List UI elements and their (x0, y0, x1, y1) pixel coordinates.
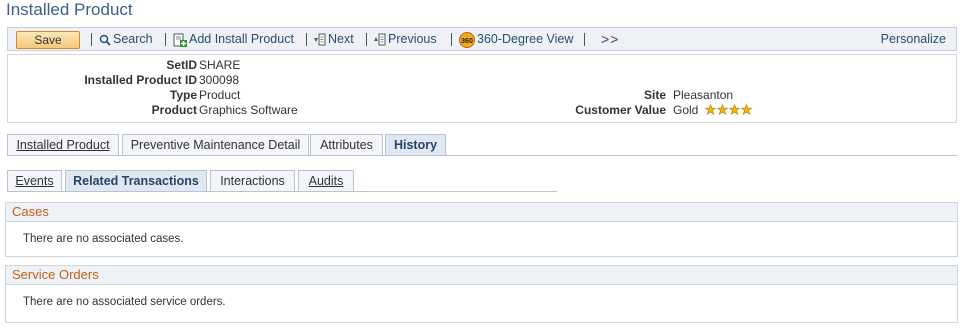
tab-installed-product-label: Installed Product (16, 138, 110, 152)
tab-history[interactable]: History (385, 134, 446, 156)
subtab-interactions[interactable]: Interactions (210, 170, 295, 191)
star-icon (740, 103, 753, 115)
main-tabs: Installed Product Preventive Maintenance… (7, 134, 957, 156)
more-actions-button[interactable]: >> (601, 28, 619, 50)
site-label: Site (643, 88, 666, 102)
site-value: Pleasanton (673, 88, 734, 102)
main-tabs-divider (7, 155, 957, 156)
setid-value: SHARE (199, 58, 241, 72)
search-button[interactable]: Search (99, 28, 153, 50)
next-icon (314, 33, 326, 46)
toolbar-separator (451, 33, 452, 46)
previous-label: Previous (388, 32, 437, 46)
next-label: Next (328, 32, 354, 46)
tab-installed-product[interactable]: Installed Product (7, 134, 119, 155)
subtabs-divider (7, 191, 557, 192)
subtab-audits-label: Audits (308, 174, 344, 188)
360-view-icon: 360 (459, 31, 475, 48)
toolbar-separator (91, 33, 92, 46)
customer-value-label: Customer Value (575, 103, 666, 117)
cases-empty-message: There are no associated cases. (23, 233, 184, 245)
customer-value-value: Gold (673, 103, 753, 117)
subtab-related-transactions-label: Related Transactions (73, 174, 199, 188)
subtab-related-transactions[interactable]: Related Transactions (65, 170, 207, 191)
product-value: Graphics Software (199, 103, 298, 117)
add-install-product-button[interactable]: Add Install Product (173, 28, 294, 50)
star-icon (728, 103, 741, 115)
type-label: Type (169, 88, 197, 102)
star-icon (704, 103, 717, 115)
product-label: Product (151, 103, 197, 117)
add-icon (173, 33, 187, 47)
cases-section-title: Cases (6, 203, 957, 222)
service-orders-empty-message: There are no associated service orders. (23, 296, 226, 308)
toolbar-separator (165, 33, 166, 46)
tab-history-label: History (393, 138, 438, 152)
search-icon (99, 34, 111, 46)
setid-label: SetID (166, 58, 197, 72)
service-orders-section-title: Service Orders (6, 266, 957, 285)
360-degree-view-button[interactable]: 360 360-Degree View (459, 28, 573, 50)
previous-button[interactable]: Previous (374, 28, 437, 50)
customer-value-stars (702, 103, 753, 117)
360-view-badge: 360 (461, 38, 473, 45)
tab-attributes-label: Attributes (320, 138, 373, 152)
previous-icon (374, 33, 386, 46)
service-orders-section: Service Orders There are no associated s… (5, 265, 958, 323)
customer-value-text: Gold (673, 103, 699, 117)
star-icon (716, 103, 729, 115)
history-subtabs: Events Related Transactions Interactions… (7, 170, 557, 192)
page-title: Installed Product (6, 0, 133, 19)
360-degree-view-label: 360-Degree View (477, 32, 574, 46)
save-button[interactable]: Save (16, 31, 80, 49)
add-install-product-label: Add Install Product (189, 32, 294, 46)
subtab-events[interactable]: Events (7, 170, 62, 191)
tab-attributes[interactable]: Attributes (310, 134, 383, 155)
toolbar-separator (366, 33, 367, 46)
subtab-events-label: Events (15, 174, 54, 188)
tab-preventive-maintenance-detail[interactable]: Preventive Maintenance Detail (122, 134, 309, 155)
installed-product-id-value: 300098 (199, 73, 240, 87)
installed-product-header: SetID SHARE Installed Product ID 300098 … (7, 54, 957, 123)
toolbar: Save Search Add Install Product Next Pre (7, 27, 957, 51)
subtab-audits[interactable]: Audits (298, 170, 354, 191)
installed-product-id-label: Installed Product ID (84, 73, 197, 87)
next-button[interactable]: Next (314, 28, 354, 50)
type-value: Product (199, 88, 241, 102)
search-label: Search (113, 32, 153, 46)
toolbar-separator (584, 33, 585, 46)
tab-preventive-maintenance-detail-label: Preventive Maintenance Detail (130, 138, 301, 152)
personalize-link[interactable]: Personalize (881, 28, 946, 50)
subtab-interactions-label: Interactions (220, 174, 285, 188)
toolbar-separator (306, 33, 307, 46)
cases-section: Cases There are no associated cases. (5, 202, 958, 257)
